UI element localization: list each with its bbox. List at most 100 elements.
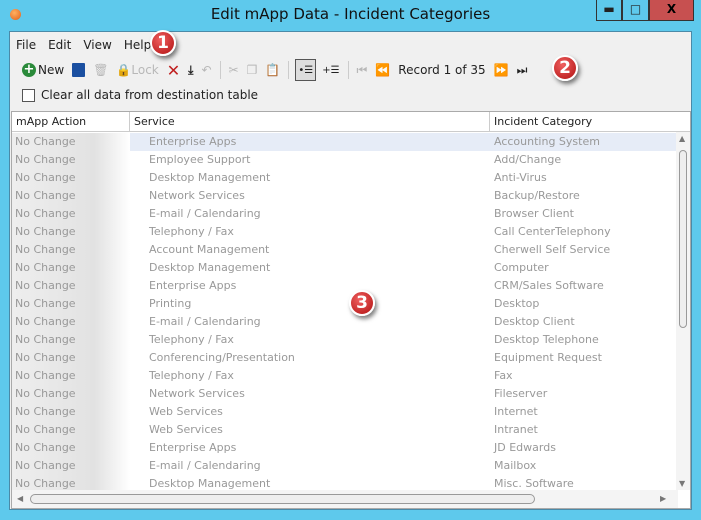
cell-mapp-action[interactable]: No Change — [12, 187, 130, 205]
cell-service[interactable]: Telephony / Fax — [130, 367, 490, 385]
copy-button[interactable]: ❐ — [245, 59, 260, 81]
cell-incident-category[interactable]: Fax — [490, 367, 678, 385]
cell-incident-category[interactable]: CRM/Sales Software — [490, 277, 678, 295]
cell-incident-category[interactable]: JD Edwards — [490, 439, 678, 457]
cell-service[interactable]: Printing — [130, 295, 490, 313]
cell-service[interactable]: Desktop Management — [130, 259, 490, 277]
cell-service[interactable]: E-mail / Calendaring — [130, 205, 490, 223]
clear-data-checkbox[interactable] — [22, 88, 35, 102]
table-row[interactable]: No Change Network Services Backup/Restore — [12, 187, 678, 205]
menu-edit[interactable]: Edit — [42, 35, 77, 55]
cell-mapp-action[interactable]: No Change — [12, 313, 130, 331]
table-row[interactable]: No Change E-mail / Calendaring Browser Cli… — [12, 205, 678, 223]
horizontal-scroll-thumb[interactable] — [30, 494, 535, 504]
cell-mapp-action[interactable]: No Change — [12, 439, 130, 457]
cell-mapp-action[interactable]: No Change — [12, 259, 130, 277]
previous-record-button[interactable]: ⏪ — [373, 59, 392, 81]
cell-incident-category[interactable]: Computer — [490, 259, 678, 277]
cell-mapp-action[interactable]: No Change — [12, 403, 130, 421]
table-row[interactable]: No Change Enterprise Apps CRM/Sales Softwa… — [12, 277, 678, 295]
vertical-scroll-thumb[interactable] — [679, 150, 687, 328]
cell-mapp-action[interactable]: No Change — [12, 151, 130, 169]
cell-incident-category[interactable]: Fileserver — [490, 385, 678, 403]
table-row[interactable]: No Change Enterprise Apps Accounting Syste… — [12, 133, 678, 151]
scroll-down-icon[interactable]: ▼ — [679, 479, 685, 488]
table-row[interactable]: No Change Desktop Management Computer — [12, 259, 678, 277]
cell-mapp-action[interactable]: No Change — [12, 367, 130, 385]
next-record-button[interactable]: ⏩ — [492, 59, 511, 81]
cell-incident-category[interactable]: Intranet — [490, 421, 678, 439]
table-row[interactable]: No Change E-mail / Calendaring Desktop Cli… — [12, 313, 678, 331]
cell-incident-category[interactable]: Call CenterTelephony — [490, 223, 678, 241]
close-button[interactable]: X — [649, 0, 694, 21]
scroll-left-icon[interactable]: ◀ — [17, 494, 23, 503]
table-row[interactable]: No Change Telephony / Fax Call CenterTelep… — [12, 223, 678, 241]
delete-button[interactable]: 🗑 — [91, 59, 110, 81]
cell-incident-category[interactable]: Browser Client — [490, 205, 678, 223]
table-row[interactable]: No Change Web Services Intranet — [12, 421, 678, 439]
table-row[interactable]: No Change Enterprise Apps JD Edwards — [12, 439, 678, 457]
cell-incident-category[interactable]: Backup/Restore — [490, 187, 678, 205]
cell-service[interactable]: Enterprise Apps — [130, 277, 490, 295]
cell-incident-category[interactable]: Equipment Request — [490, 349, 678, 367]
cell-service[interactable]: E-mail / Calendaring — [130, 457, 490, 475]
cell-service[interactable]: Telephony / Fax — [130, 223, 490, 241]
grid-view-button[interactable]: •☰ — [295, 59, 317, 81]
cell-service[interactable]: Web Services — [130, 421, 490, 439]
cell-incident-category[interactable]: Desktop — [490, 295, 678, 313]
cell-incident-category[interactable]: Mailbox — [490, 457, 678, 475]
column-header-incident-category[interactable]: Incident Category — [490, 112, 690, 131]
table-row[interactable]: No Change E-mail / Calendaring Mailbox — [12, 457, 678, 475]
column-header-service[interactable]: Service — [130, 112, 490, 131]
cell-mapp-action[interactable]: No Change — [12, 133, 130, 151]
cell-service[interactable]: Enterprise Apps — [130, 133, 490, 151]
cell-service[interactable]: E-mail / Calendaring — [130, 313, 490, 331]
cell-service[interactable]: Desktop Management — [130, 169, 490, 187]
cell-service[interactable]: Web Services — [130, 403, 490, 421]
column-header-mapp-action[interactable]: mApp Action — [12, 112, 130, 131]
save-button[interactable] — [70, 59, 87, 81]
table-row[interactable]: No Change Desktop Management Anti-Virus — [12, 169, 678, 187]
cell-mapp-action[interactable]: No Change — [12, 331, 130, 349]
cell-incident-category[interactable]: Cherwell Self Service — [490, 241, 678, 259]
lock-button[interactable]: 🔒 Lock — [114, 59, 160, 81]
cell-mapp-action[interactable]: No Change — [12, 277, 130, 295]
cell-service[interactable]: Telephony / Fax — [130, 331, 490, 349]
table-row[interactable]: No Change Printing Desktop — [12, 295, 678, 313]
cell-mapp-action[interactable]: No Change — [12, 349, 130, 367]
cell-mapp-action[interactable]: No Change — [12, 223, 130, 241]
cancel-button[interactable]: ✕ — [165, 59, 182, 81]
cell-incident-category[interactable]: Add/Change — [490, 151, 678, 169]
horizontal-scrollbar[interactable]: ◀ ▶ — [12, 490, 678, 508]
table-row[interactable]: No Change Network Services Fileserver — [12, 385, 678, 403]
new-button[interactable]: + New — [20, 59, 66, 81]
table-row[interactable]: No Change Conferencing/Presentation Equipm… — [12, 349, 678, 367]
cell-service[interactable]: Employee Support — [130, 151, 490, 169]
table-row[interactable]: No Change Telephony / Fax Fax — [12, 367, 678, 385]
minimize-button[interactable]: ▬ — [596, 0, 622, 21]
first-record-button[interactable]: ⏮ — [355, 59, 370, 81]
cell-mapp-action[interactable]: No Change — [12, 241, 130, 259]
cut-button[interactable]: ✂ — [227, 59, 241, 81]
import-button[interactable]: ⤓ — [186, 59, 195, 81]
cell-service[interactable]: Network Services — [130, 385, 490, 403]
cell-incident-category[interactable]: Internet — [490, 403, 678, 421]
cell-service[interactable]: Network Services — [130, 187, 490, 205]
cell-mapp-action[interactable]: No Change — [12, 457, 130, 475]
table-row[interactable]: No Change Account Management Cherwell Self… — [12, 241, 678, 259]
cell-service[interactable]: Conferencing/Presentation — [130, 349, 490, 367]
cell-incident-category[interactable]: Desktop Client — [490, 313, 678, 331]
paste-button[interactable]: 📋 — [263, 59, 282, 81]
menu-view[interactable]: View — [77, 35, 117, 55]
cell-incident-category[interactable]: Accounting System — [490, 133, 678, 151]
cell-mapp-action[interactable]: No Change — [12, 205, 130, 223]
cell-mapp-action[interactable]: No Change — [12, 169, 130, 187]
cell-mapp-action[interactable]: No Change — [12, 295, 130, 313]
table-row[interactable]: No Change Telephony / Fax Desktop Telephon… — [12, 331, 678, 349]
clear-data-option[interactable]: Clear all data from destination table — [22, 88, 258, 102]
undo-button[interactable]: ↶ — [199, 59, 213, 81]
last-record-button[interactable]: ⏭ — [515, 59, 530, 81]
maximize-button[interactable]: □ — [622, 0, 649, 21]
cell-mapp-action[interactable]: No Change — [12, 421, 130, 439]
cell-incident-category[interactable]: Desktop Telephone — [490, 331, 678, 349]
